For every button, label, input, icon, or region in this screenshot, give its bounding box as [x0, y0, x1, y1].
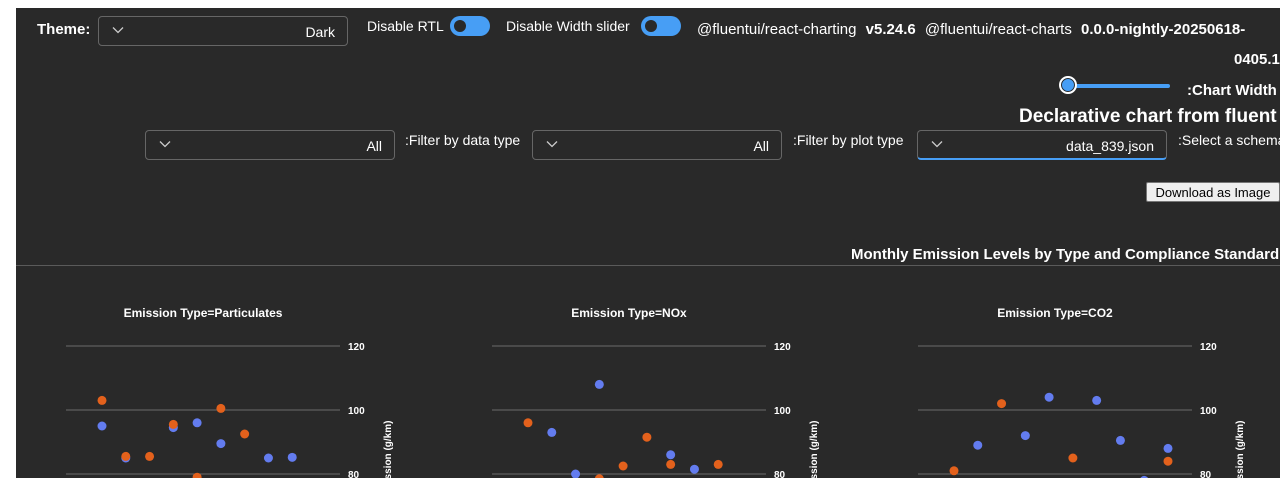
data-point — [145, 451, 155, 461]
data-point — [594, 379, 604, 389]
data-point — [121, 451, 131, 461]
data-point — [594, 474, 604, 478]
data-point — [1044, 392, 1054, 402]
data-point — [192, 472, 202, 478]
facet-title: Emission Type=NOx — [571, 306, 687, 320]
data-point — [571, 469, 581, 478]
facet-title: Emission Type=Particulates — [124, 306, 283, 320]
data-point — [547, 427, 557, 437]
data-point — [1115, 435, 1125, 445]
facet-title: Emission Type=CO2 — [997, 306, 1113, 320]
data-point — [666, 459, 676, 469]
y-tick-label: 80 — [348, 470, 360, 478]
data-point — [1020, 431, 1030, 441]
y-tick-label: 120 — [348, 342, 365, 353]
y-tick-label: 100 — [774, 406, 791, 417]
y-axis-label: ssion (g/km) — [383, 421, 394, 478]
data-point — [1068, 453, 1078, 463]
y-tick-label: 120 — [1200, 342, 1217, 353]
data-point — [618, 461, 628, 471]
data-point — [973, 440, 983, 450]
data-point — [97, 421, 107, 431]
data-point — [523, 418, 533, 428]
data-point — [168, 419, 178, 429]
data-point — [666, 450, 676, 460]
y-axis-label: ssion (g/km) — [1235, 421, 1246, 478]
y-tick-label: 80 — [1200, 470, 1212, 478]
data-point — [713, 459, 723, 469]
data-point — [689, 464, 699, 474]
data-point — [642, 432, 652, 442]
data-point — [1163, 456, 1173, 466]
y-axis-label: ssion (g/km) — [809, 421, 820, 478]
data-point — [949, 466, 959, 476]
data-point — [997, 399, 1007, 409]
data-point — [1092, 395, 1102, 405]
data-point — [97, 395, 107, 405]
scatter-chart: Emission Type=Particulates 120 100 80 ssion … — [66, 306, 1246, 478]
y-tick-label: 120 — [774, 342, 791, 353]
data-point — [287, 452, 297, 462]
y-tick-label: 100 — [348, 406, 365, 417]
data-point — [263, 453, 273, 463]
data-point — [1163, 443, 1173, 453]
y-tick-label: 80 — [774, 470, 786, 478]
y-tick-label: 100 — [1200, 406, 1217, 417]
data-point — [216, 403, 226, 413]
app-root: Theme: Dark Disable RTL Disable Width sl… — [16, 8, 1280, 478]
data-point — [240, 429, 250, 439]
data-point — [216, 439, 226, 449]
data-point — [192, 418, 202, 428]
